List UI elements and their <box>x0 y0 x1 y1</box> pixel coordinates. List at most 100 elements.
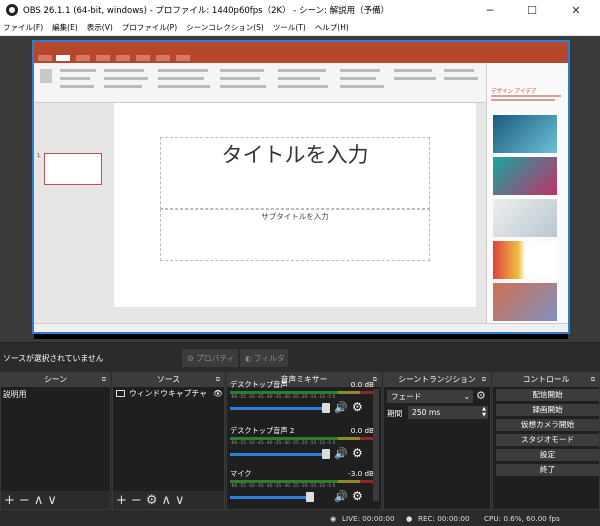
volume-slider-handle[interactable] <box>306 492 314 502</box>
scenes-footer: + − ∧ ∨ <box>1 491 110 509</box>
volume-slider[interactable] <box>230 453 328 456</box>
duration-value: 250 ms <box>412 408 441 417</box>
move-up-icon[interactable]: ∧ <box>34 493 44 508</box>
menu-file[interactable]: ファイル(F) <box>3 22 43 33</box>
channel-db: 0.0 dB <box>350 380 374 389</box>
filter-icon: ◐ <box>245 353 252 363</box>
move-down-icon[interactable]: ∨ <box>175 493 185 508</box>
source-item[interactable]: ウィンドウキャプチャ 👁 <box>116 388 223 399</box>
title-bar: OBS 26.1.1 (64-bit, windows) - プロファイル: 1… <box>0 0 600 20</box>
channel-db: -3.0 dB <box>348 469 374 478</box>
slide-title: タイトルを入力 <box>221 143 369 167</box>
properties-button[interactable]: ⚙ プロパティ <box>182 349 238 367</box>
cpu-fps: CPU: 0.6%, 60.00 fps <box>484 514 560 523</box>
undock-icon[interactable]: ⧉ <box>102 373 106 387</box>
mixer-scrollbar[interactable] <box>373 389 379 501</box>
window-icon <box>116 390 125 397</box>
spin-arrows-icon[interactable]: ▲ ▼ <box>482 406 486 418</box>
duration-spinbox[interactable]: 250 ms ▲ ▼ <box>408 406 488 419</box>
minimize-button[interactable]: ─ <box>470 0 510 20</box>
ppt-slide-thumbnails: 1 <box>34 103 106 323</box>
menu-view[interactable]: 表示(V) <box>87 22 113 33</box>
status-bar: ◉ LIVE: 00:00:00 ● REC: 00:00:00 CPU: 0.… <box>0 510 600 526</box>
meter-ticks: -60 -55 -50 -45 -40 -35 -30 -25 -20 -15 … <box>230 395 336 400</box>
controls-title: コントロール <box>522 375 570 384</box>
exit-button[interactable]: 終了 <box>496 464 599 476</box>
scenes-dock: シーン ⧉ 説明用 + − ∧ ∨ <box>0 372 111 510</box>
eye-icon[interactable]: 👁 <box>213 389 223 398</box>
start-recording-button[interactable]: 録画開始 <box>496 404 599 416</box>
add-source-button[interactable]: + <box>116 493 127 508</box>
start-streaming-button[interactable]: 配信開始 <box>496 389 599 401</box>
ppt-title-bar <box>34 42 568 53</box>
meter-ticks: -60 -55 -50 -45 -40 -35 -30 -25 -20 -15 … <box>230 441 336 446</box>
undock-icon[interactable]: ⧉ <box>591 373 595 387</box>
design-ideas-heading: デザイン アイデア <box>491 89 537 95</box>
slide-number: 1 <box>37 153 41 159</box>
filters-label: フィルタ <box>253 353 285 363</box>
channel-db: 0.0 dB <box>350 426 374 435</box>
source-properties-icon[interactable]: ⚙ <box>146 493 158 508</box>
gear-icon: ⚙ <box>187 353 194 363</box>
remove-source-button[interactable]: − <box>131 493 142 508</box>
chevron-down-icon: ⌄ <box>463 392 470 401</box>
design-idea-3 <box>493 199 557 237</box>
duration-label: 期間 <box>387 409 403 418</box>
volume-slider-handle[interactable] <box>322 403 330 413</box>
volume-slider-handle[interactable] <box>322 449 330 459</box>
remove-scene-button[interactable]: − <box>19 493 30 508</box>
source-item-label: ウィンドウキャプチャ <box>129 389 207 398</box>
start-virtual-camera-button[interactable]: 仮想カメラ開始 <box>496 419 599 431</box>
design-ideas-description <box>491 95 565 105</box>
close-button[interactable]: ✕ <box>556 0 596 20</box>
speaker-icon[interactable]: 🔊 <box>334 490 348 503</box>
scenes-title: シーン <box>43 375 67 384</box>
sources-header: ソース ⧉ <box>113 373 224 387</box>
design-idea-4 <box>493 241 557 279</box>
audio-mixer-dock: 音声ミキサー ⧉ デスクトップ音声 0.0 dB -60 -55 -50 -45 … <box>226 372 382 510</box>
move-down-icon[interactable]: ∨ <box>47 493 57 508</box>
gear-icon[interactable]: ⚙ <box>352 400 363 414</box>
maximize-button[interactable]: ☐ <box>512 0 552 20</box>
gear-icon[interactable]: ⚙ <box>352 489 363 503</box>
window-capture-preview[interactable]: 1 タイトルを入力 サブタイトルを入力 デザイン アイデア <box>32 40 570 334</box>
transition-select[interactable]: フェード ⌄ <box>387 390 473 403</box>
scenes-header: シーン ⧉ <box>1 373 110 387</box>
gear-icon[interactable]: ⚙ <box>476 389 486 402</box>
no-source-selected-label: ソースが選択されていません <box>3 354 104 363</box>
undock-icon[interactable]: ⧉ <box>216 373 220 387</box>
transition-type: フェード <box>391 392 422 401</box>
transitions-header: シーントランジション ⧉ <box>384 373 490 387</box>
studio-mode-button[interactable]: スタジオモード <box>496 434 599 446</box>
design-idea-1 <box>493 115 557 153</box>
filters-button[interactable]: ◐ フィルタ <box>240 349 288 367</box>
live-indicator-icon: ◉ <box>330 514 337 523</box>
move-up-icon[interactable]: ∧ <box>161 493 171 508</box>
scene-item[interactable]: 説明用 <box>3 389 26 400</box>
undock-icon[interactable]: ⧉ <box>482 373 486 387</box>
menu-bar: ファイル(F) 編集(E) 表示(V) プロファイル(P) シーンコレクション(… <box>0 20 600 36</box>
volume-slider[interactable] <box>230 407 328 410</box>
scene-transitions-dock: シーントランジション ⧉ フェード ⌄ ⚙ 期間 250 ms ▲ ▼ <box>383 372 491 510</box>
ppt-slide: タイトルを入力 サブタイトルを入力 <box>114 103 476 307</box>
gear-icon[interactable]: ⚙ <box>352 446 363 460</box>
transitions-title: シーントランジション <box>398 375 476 384</box>
properties-label: プロパティ <box>196 353 235 363</box>
speaker-icon[interactable]: 🔊 <box>334 401 348 414</box>
window-title: OBS 26.1.1 (64-bit, windows) - プロファイル: 1… <box>23 6 390 16</box>
menu-edit[interactable]: 編集(E) <box>52 22 78 33</box>
speaker-icon[interactable]: 🔊 <box>334 447 348 460</box>
menu-scene-collection[interactable]: シーンコレクション(S) <box>186 22 264 33</box>
slide-subtitle: サブタイトルを入力 <box>261 212 329 221</box>
meter-ticks: -60 -55 -50 -45 -40 -35 -30 -25 -20 -15 … <box>230 484 336 489</box>
add-scene-button[interactable]: + <box>4 493 15 508</box>
ppt-ribbon <box>34 63 486 103</box>
menu-help[interactable]: ヘルプ(H) <box>315 22 349 33</box>
controls-header: コントロール ⧉ <box>493 373 599 387</box>
rec-indicator-icon: ● <box>406 514 413 523</box>
settings-button[interactable]: 設定 <box>496 449 599 461</box>
ppt-status-bar <box>34 323 568 332</box>
menu-profile[interactable]: プロファイル(P) <box>122 22 177 33</box>
volume-slider[interactable] <box>230 496 310 499</box>
menu-tools[interactable]: ツール(T) <box>273 22 306 33</box>
